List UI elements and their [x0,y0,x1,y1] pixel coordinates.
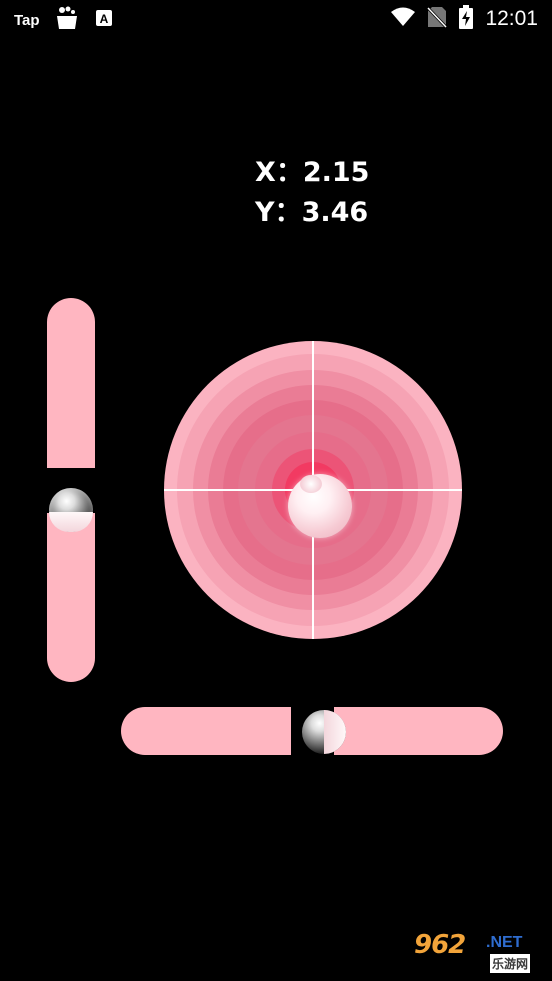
x-value: 2.15 [302,157,370,188]
wifi-icon [391,7,416,31]
horizontal-bar-right [334,707,503,755]
watermark-cn: 乐游网 [490,954,531,973]
a-badge-icon: A [94,8,114,32]
tap-app-icon: Tap [14,11,40,29]
site-watermark: 962 .NET 乐游网 [412,930,548,976]
vertical-bar-bottom [47,513,95,682]
svg-text:A: A [99,12,108,26]
y-label: Y： [255,197,302,228]
horizontal-bar-left [121,707,291,755]
watermark-number: 962 [414,930,466,960]
watermark-suffix: .NET [486,934,523,951]
y-value: 3.46 [301,197,369,228]
clock: 12:01 [485,7,538,30]
status-bar: Tap A 12:01 [0,0,552,38]
vertical-bar-top [47,298,95,468]
y-readout: Y：3.46 [255,193,369,233]
battery-charging-icon [459,5,474,33]
x-readout: X：2.15 [255,153,369,193]
x-label: X： [255,157,303,188]
coordinate-readout: X：2.15 Y：3.46 [255,153,369,233]
bullseye-bubble-highlight [300,475,322,493]
bag-icon [54,6,80,34]
no-sim-icon [427,6,448,32]
